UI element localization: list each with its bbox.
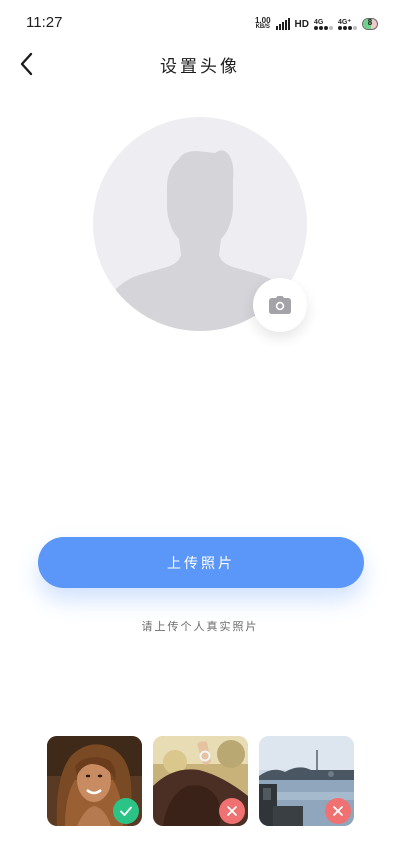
camera-icon [269,296,291,314]
signal-1-label: 4G [314,18,324,26]
upload-photo-button[interactable]: 上传照片 [38,537,364,588]
network-speed-unit: KB/S [255,24,270,30]
signal-1-bars-icon [314,25,333,30]
network-speed-value: 1.00 [254,16,271,25]
valid-badge [113,798,139,824]
example-photos [47,736,354,826]
status-bar: 11:27 1.00 KB/S HD 4G 4G⁺ 8 [0,0,400,44]
invalid-badge [325,798,351,824]
nav-bar: 设置头像 [0,44,400,84]
status-icons: 1.00 KB/S HD 4G 4G⁺ 8 [255,15,378,33]
network-speed: 1.00 KB/S [255,17,271,31]
example-photo-back-of-head [153,736,248,826]
signal-1: 4G [314,19,333,30]
invalid-badge [219,798,245,824]
signal-2: 4G⁺ [338,19,357,30]
example-photo-portrait [47,736,142,826]
close-icon [227,806,237,816]
status-time: 11:27 [26,14,63,31]
example-photo-landscape [259,736,354,826]
page-title: 设置头像 [160,57,240,77]
hd-badge: HD [294,18,309,30]
battery-level: 8 [367,18,373,27]
check-icon [120,806,132,816]
wifi-signal-icon [275,18,290,30]
battery-icon: 8 [362,18,378,30]
signal-2-label: 4G⁺ [338,18,352,26]
upload-hint: 请上传个人真实照片 [141,620,259,633]
signal-2-bars-icon [338,25,357,30]
close-icon [333,806,343,816]
camera-button[interactable] [253,278,307,332]
